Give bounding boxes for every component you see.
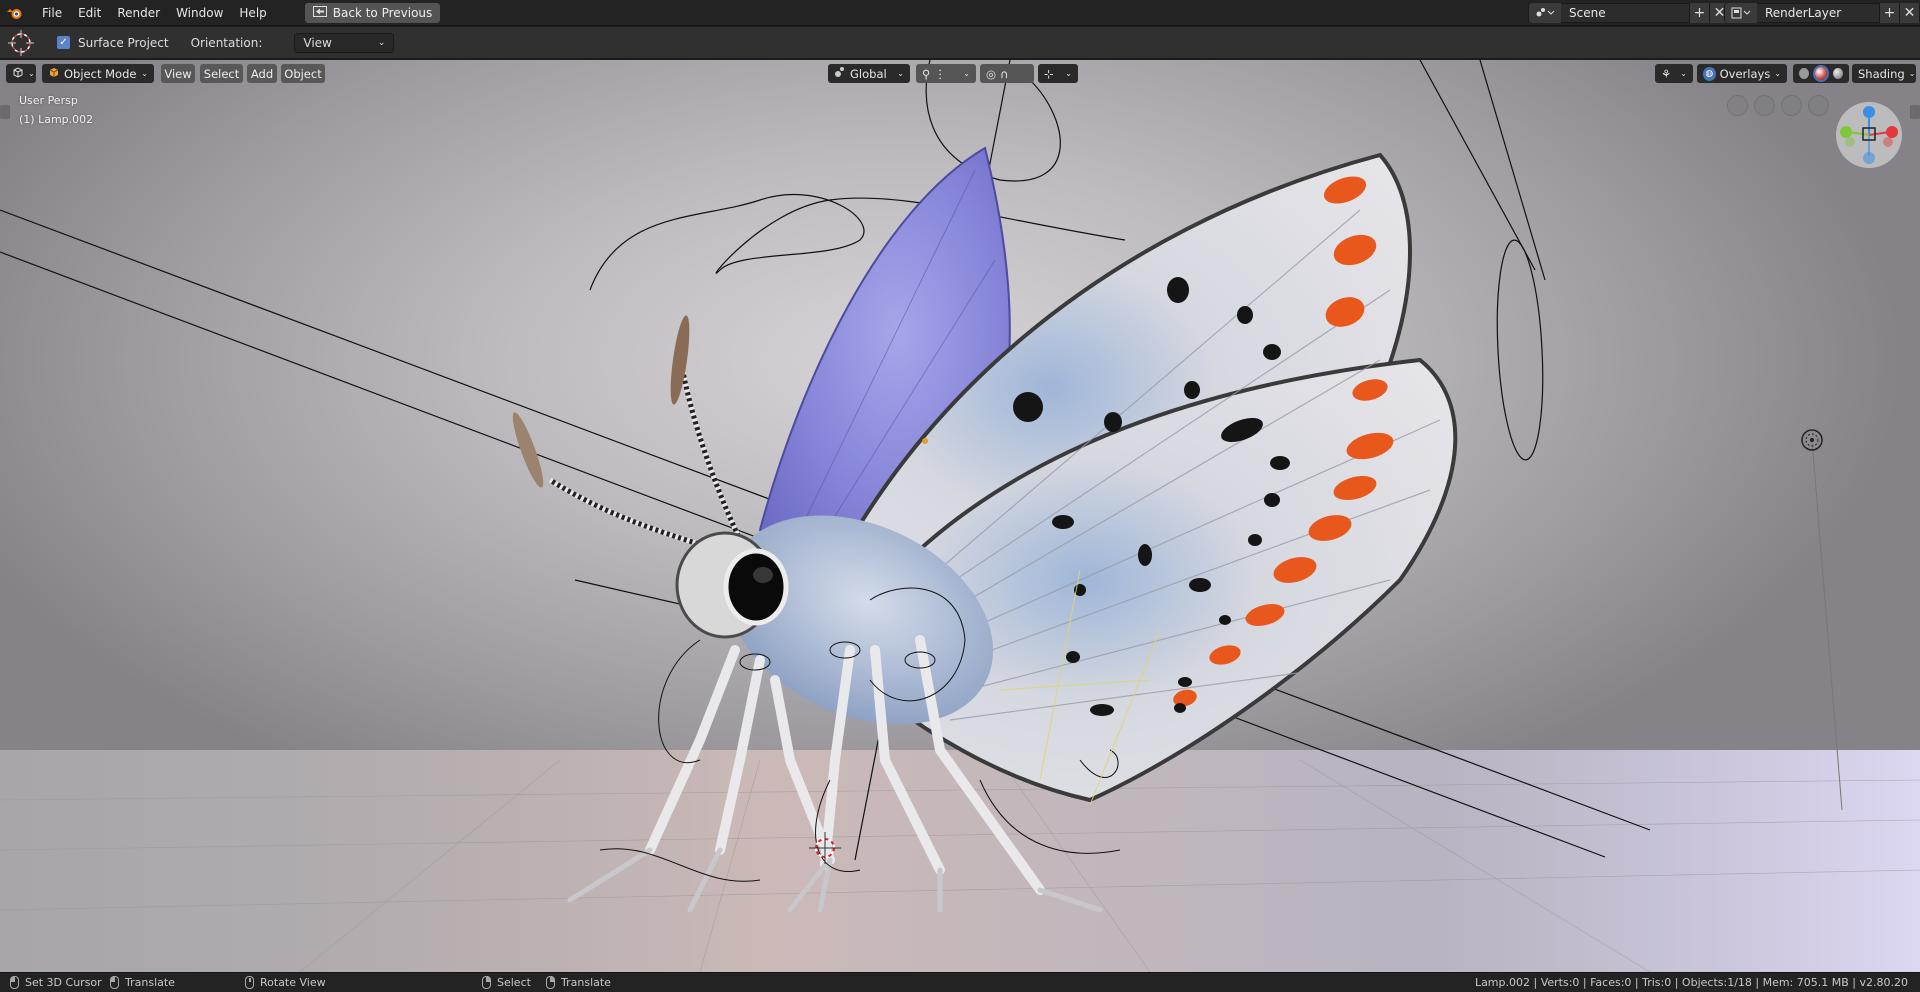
overlays-label: Overlays <box>1719 66 1771 81</box>
renderlayer-name-field[interactable]: RenderLayer <box>1757 6 1879 20</box>
viewport-scene <box>0 60 1920 972</box>
status-left-click: Set 3D Cursor <box>10 976 102 989</box>
status-bar: Set 3D Cursor Translate Rotate View Sele… <box>0 972 1920 992</box>
pan-icon[interactable] <box>1754 95 1775 116</box>
add-menu[interactable]: Add <box>247 64 277 83</box>
status-right-drag-label: Translate <box>561 976 611 989</box>
menu-file[interactable]: File <box>34 0 70 26</box>
perspective-icon[interactable] <box>1808 95 1829 116</box>
new-scene-button[interactable]: + <box>1689 3 1709 23</box>
object-mode-icon <box>48 66 60 81</box>
falloff-icon: ∩ <box>1000 66 1009 81</box>
visibility-icon: ⚘ <box>1661 66 1672 81</box>
overlays-icon: ◍ <box>1703 66 1716 81</box>
status-left-click-label: Set 3D Cursor <box>25 976 102 989</box>
lamp-widget <box>1801 429 1823 451</box>
status-left-drag-label: Translate <box>125 976 175 989</box>
blender-logo-icon[interactable] <box>2 0 28 26</box>
navigation-gizmo-icon[interactable] <box>1836 102 1902 168</box>
chevron-down-icon: ⌄ <box>1908 69 1916 78</box>
shading-rendered-icon[interactable] <box>1832 68 1844 79</box>
object-mode-dropdown[interactable]: Object Mode ⌄ <box>42 64 154 83</box>
shading-label: Shading <box>1858 66 1905 81</box>
mouse-left-icon <box>10 976 19 989</box>
menu-help[interactable]: Help <box>231 0 274 26</box>
menu-render[interactable]: Render <box>109 0 168 26</box>
chevron-down-icon: ⌄ <box>897 69 904 78</box>
surface-project-checkbox[interactable]: ✓ <box>57 36 70 49</box>
shading-solid-icon[interactable] <box>1799 68 1810 79</box>
orientation-icon <box>834 66 846 81</box>
new-renderlayer-button[interactable]: + <box>1879 3 1899 23</box>
editor-type-icon <box>12 66 24 81</box>
chevron-down-icon: ⌄ <box>377 37 386 48</box>
select-menu[interactable]: Select <box>200 64 243 83</box>
editor-type-dropdown[interactable]: ⌄ <box>6 64 36 83</box>
status-right-drag: Translate <box>546 976 611 989</box>
mouse-right-drag-icon <box>546 976 555 989</box>
status-middle: Rotate View <box>245 976 326 989</box>
scene-statistics: Lamp.002 | Verts:0 | Faces:0 | Tris:0 | … <box>1474 976 1908 989</box>
viewport-header: ⌄ Object Mode ⌄ View Select Add Object G… <box>0 62 1920 86</box>
chevron-down-icon: ⌄ <box>28 69 35 78</box>
menu-window[interactable]: Window <box>168 0 231 26</box>
orientation-label: Orientation: <box>190 35 263 50</box>
shading-mode-buttons <box>1793 64 1849 83</box>
delete-renderlayer-button[interactable]: ✕ <box>1899 3 1919 23</box>
view-name-label: User Persp <box>19 94 78 107</box>
zoom-icon[interactable] <box>1727 95 1748 116</box>
chevron-down-icon: ⌄ <box>1065 69 1072 78</box>
snap-element-icon: ⋮ <box>934 66 946 81</box>
renderlayer-selector: RenderLayer + ✕ <box>1724 3 1920 23</box>
surface-project-label: Surface Project <box>78 35 169 50</box>
menu-edit[interactable]: Edit <box>70 0 109 26</box>
pivot-icon: ⊹ <box>1044 66 1054 81</box>
orientation-value: View <box>303 35 332 50</box>
chevron-down-icon: ⌄ <box>141 69 148 78</box>
back-icon <box>312 5 327 20</box>
sidebar-expand-tab[interactable] <box>1910 105 1920 119</box>
snap-icon: ⚲ <box>922 66 931 81</box>
chevron-down-icon: ⌄ <box>1774 69 1781 78</box>
camera-view-icon[interactable] <box>1781 95 1802 116</box>
tool-settings-bar: ✓ Surface Project Orientation: View ⌄ <box>0 27 1920 59</box>
status-middle-label: Rotate View <box>260 976 326 989</box>
pivot-point-dropdown[interactable]: ⊹ ⌄ <box>1038 64 1078 83</box>
status-left-drag: Translate <box>110 976 175 989</box>
active-object-label: (1) Lamp.002 <box>19 113 94 126</box>
snap-toggle[interactable]: ⚲ ⋮ ⌄ <box>916 64 976 83</box>
shading-material-icon[interactable] <box>1813 65 1829 82</box>
visibility-dropdown[interactable]: ⚘ ⌄ <box>1655 64 1693 83</box>
orientation-dropdown[interactable]: View ⌄ <box>294 32 395 53</box>
mouse-left-drag-icon <box>110 976 119 989</box>
chevron-down-icon: ⌄ <box>963 69 970 78</box>
overlays-dropdown[interactable]: ◍ Overlays ⌄ <box>1697 64 1787 83</box>
shading-dropdown[interactable]: Shading ⌄ <box>1852 64 1916 83</box>
top-menu-bar: File Edit Render Window Help Back to Pre… <box>0 0 1920 26</box>
renderlayer-icon[interactable] <box>1725 3 1757 23</box>
chevron-down-icon: ⌄ <box>1680 69 1687 78</box>
transform-orientation-value: Global <box>850 66 887 81</box>
3d-viewport[interactable]: ⌄ Object Mode ⌄ View Select Add Object G… <box>0 60 1920 972</box>
status-right-click-label: Select <box>497 976 531 989</box>
scene-selector: Scene + ✕ <box>1528 3 1730 23</box>
status-right-click: Select <box>482 976 531 989</box>
object-mode-label: Object Mode <box>64 66 137 81</box>
proportional-edit-toggle[interactable]: ◎ ∩ <box>980 64 1034 83</box>
proportional-icon: ◎ <box>986 66 997 81</box>
object-menu[interactable]: Object <box>281 64 325 83</box>
transform-orientation-dropdown[interactable]: Global ⌄ <box>828 64 910 83</box>
mouse-right-icon <box>482 976 491 989</box>
cursor-tool-icon[interactable] <box>7 29 35 57</box>
toolbar-expand-tab[interactable] <box>0 105 10 119</box>
back-to-previous-button[interactable]: Back to Previous <box>304 2 441 23</box>
mouse-middle-icon <box>245 976 254 989</box>
scene-name-field[interactable]: Scene <box>1561 6 1689 20</box>
scene-icon[interactable] <box>1529 3 1561 23</box>
view-menu[interactable]: View <box>161 64 195 83</box>
back-to-previous-label: Back to Previous <box>332 5 433 20</box>
